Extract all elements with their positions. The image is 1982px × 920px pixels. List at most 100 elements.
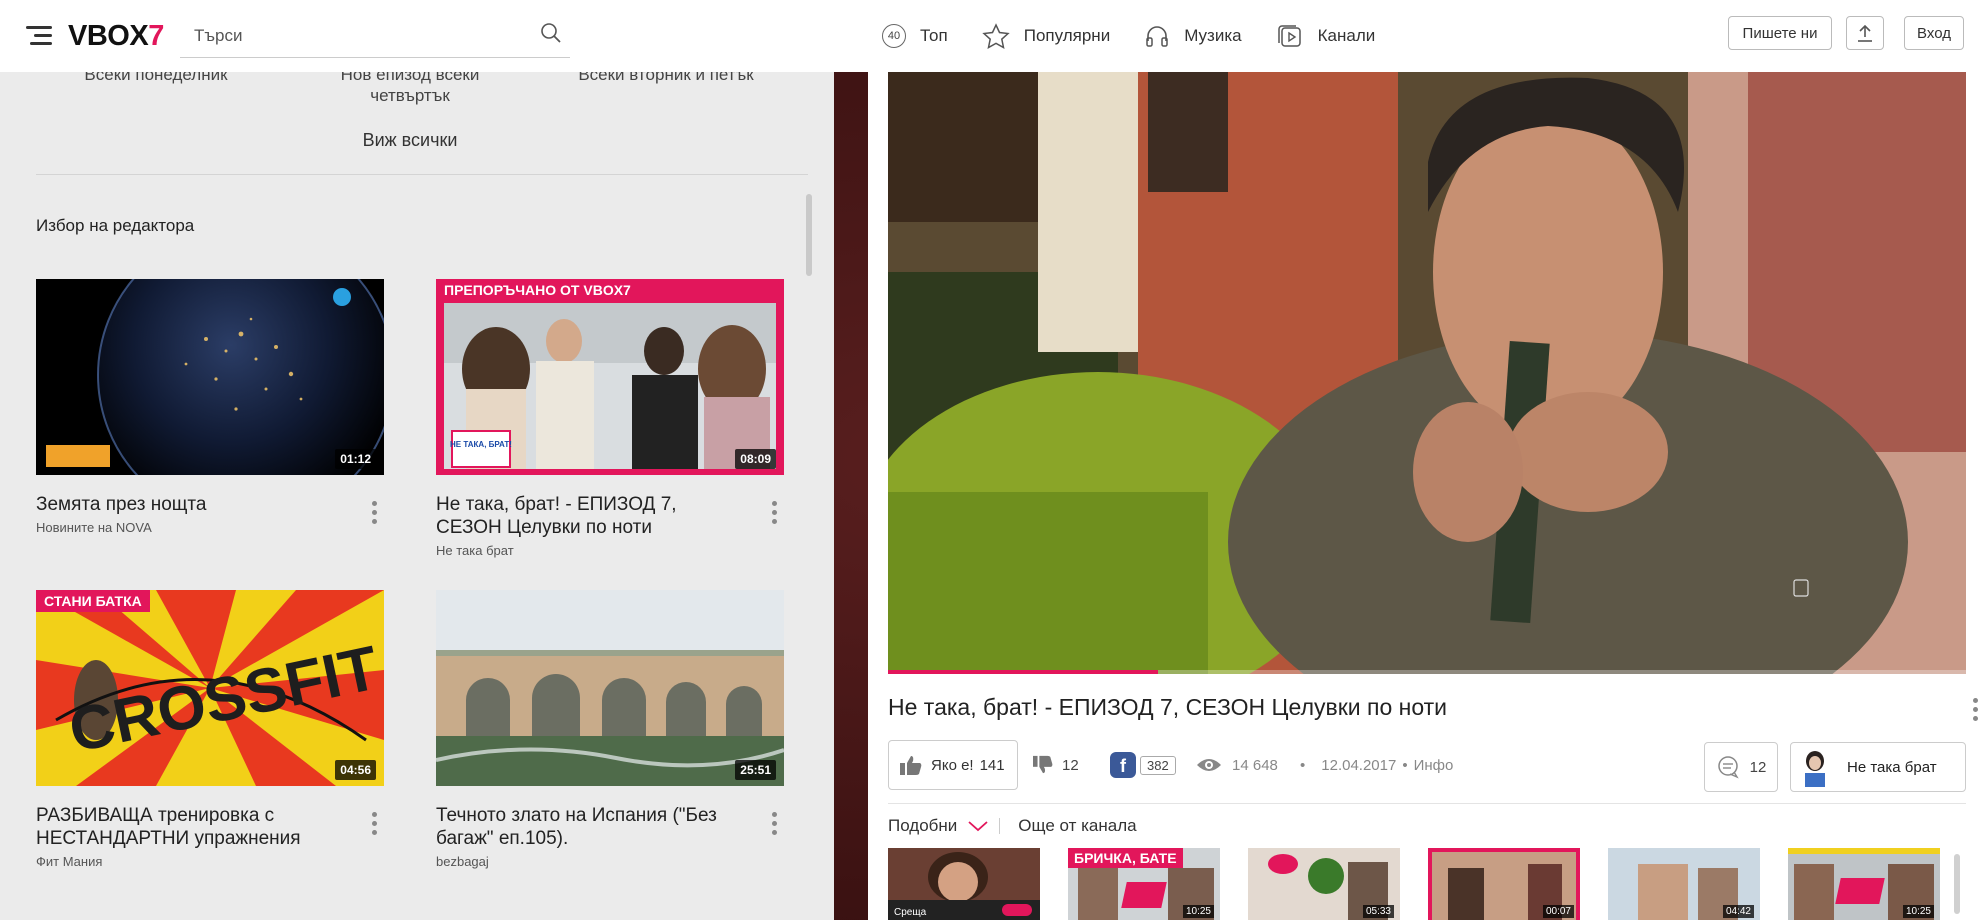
channel-name: Не така брат [1847, 758, 1937, 776]
related-scrollbar[interactable] [1954, 854, 1960, 914]
search-box [180, 14, 570, 58]
see-all-link[interactable]: Виж всички [0, 130, 820, 151]
eye-icon [1197, 759, 1221, 771]
video-card[interactable]: НЕ ТАКА, БРАТ! ПРЕПОРЪЧАНО ОТ VBOX7 08:0… [436, 279, 784, 558]
like-button[interactable]: Яко е! 141 [888, 740, 1018, 790]
logo-number: 7 [148, 20, 164, 52]
video-thumbnail[interactable]: 25:51 [436, 590, 784, 786]
video-title: Не така, брат! - ЕПИЗОД 7, СЕЗОН Целувки… [888, 694, 1448, 720]
video-actions: Яко е! 141 12 f 382 14 648 • 12.04.2017 … [888, 740, 1966, 794]
video-thumbnail[interactable]: НЕ ТАКА, БРАТ! ПРЕПОРЪЧАНО ОТ VBOX7 08:0… [436, 279, 784, 475]
hamburger-menu-icon[interactable] [26, 26, 52, 46]
channels-icon [1277, 25, 1301, 47]
video-card[interactable]: CROSSFIT СТАНИ БАТКА 04:56 РАЗБИВАЩА тре… [36, 590, 384, 869]
nav-top-label: Топ [920, 26, 948, 45]
card-title[interactable]: Не така, брат! - ЕПИЗОД 7, СЕЗОН Целувки… [436, 493, 784, 539]
tab-similar[interactable]: Подобни [888, 816, 957, 836]
more-options-icon[interactable] [1973, 698, 1978, 725]
star-icon [982, 23, 1010, 49]
upload-button[interactable] [1846, 16, 1884, 50]
related-tabs: Подобни Още от канала [888, 816, 1137, 836]
channel-avatar [1797, 747, 1833, 787]
card-title[interactable]: Течното злато на Испания ("Без багаж" еп… [436, 804, 784, 850]
duration-badge: 10:25 [1182, 905, 1214, 918]
headphones-icon [1146, 26, 1168, 47]
recommended-tag: ПРЕПОРЪЧАНО ОТ VBOX7 [436, 279, 639, 301]
channel-button[interactable]: Не така брат [1790, 742, 1966, 792]
card-title[interactable]: РАЗБИВАЩА тренировка с НЕСТАНДАРТНИ упра… [36, 804, 384, 850]
bridge-thumbnail-art [436, 590, 784, 786]
scrollbar[interactable] [806, 194, 812, 276]
left-panel: Всеки понеделник Нов епизод всеки четвър… [0, 72, 834, 920]
card-channel[interactable]: Фит Мания [36, 854, 384, 869]
duration-badge: 25:51 [735, 760, 776, 780]
card-channel[interactable]: Новините на NOVA [36, 520, 384, 535]
duration-badge: 05:33 [1362, 905, 1394, 918]
like-count: 141 [979, 756, 1005, 774]
facebook-share-button[interactable]: f 382 [1110, 740, 1176, 790]
like-label: Яко е! [931, 756, 974, 774]
related-video-thumbnail[interactable]: Среща [888, 848, 1040, 920]
comment-icon [1717, 756, 1739, 779]
dislike-button[interactable]: 12 [1032, 740, 1079, 790]
write-us-button[interactable]: Пишете ни [1728, 16, 1832, 50]
more-options-icon[interactable] [772, 812, 778, 839]
nav-popular[interactable]: Популярни [982, 23, 1110, 49]
video-frame-art [888, 72, 1966, 674]
tab-more-from-channel[interactable]: Още от канала [1018, 816, 1136, 836]
duration-badge: 08:09 [735, 449, 776, 469]
nav-top[interactable]: 40 Топ [882, 24, 948, 48]
video-progress-fill [888, 670, 1158, 674]
info-link[interactable]: Инфо [1414, 757, 1454, 774]
svg-text:f: f [1120, 756, 1127, 776]
upload-icon [1858, 24, 1872, 42]
comment-count: 12 [1749, 758, 1767, 776]
related-label: Среща [894, 907, 927, 918]
more-options-icon[interactable] [372, 812, 378, 839]
related-video-thumbnail[interactable]: БРИЧКА, БАТЕ 10:25 [1068, 848, 1220, 920]
nav-channels[interactable]: Канали [1276, 23, 1376, 49]
more-options-icon[interactable] [372, 501, 378, 528]
earth-thumbnail-art [46, 279, 384, 475]
facebook-share-count: 382 [1140, 755, 1176, 775]
card-channel[interactable]: bezbagaj [436, 854, 784, 869]
related-video-thumbnail[interactable]: 04:42 [1608, 848, 1760, 920]
video-player[interactable] [888, 72, 1966, 674]
comments-button[interactable]: 12 [1704, 742, 1778, 792]
dislike-count: 12 [1062, 756, 1079, 774]
series-tag: СТАНИ БАТКА [36, 590, 150, 612]
right-panel: Не така, брат! - ЕПИЗОД 7, СЕЗОН Целувки… [868, 72, 1982, 920]
duration-badge: 04:42 [1722, 905, 1754, 918]
search-icon[interactable] [540, 22, 562, 44]
schedule-text: Всеки понеделник [84, 72, 228, 84]
card-channel[interactable]: Не така брат [436, 543, 784, 558]
section-title: Избор на редактора [36, 216, 195, 235]
more-options-icon[interactable] [772, 501, 778, 528]
related-video-thumbnail[interactable]: 05:33 [1248, 848, 1400, 920]
search-input[interactable] [194, 26, 534, 46]
video-card[interactable]: 25:51 Течното злато на Испания ("Без баг… [436, 590, 784, 869]
thumbnail-text: CROSSFIT [63, 633, 384, 766]
tab-separator [999, 818, 1001, 834]
nav-music[interactable]: Музика [1144, 23, 1242, 49]
nav-music-label: Музика [1184, 26, 1242, 45]
header: VBOX7 40 Топ Популярни Музика Канали Пиш… [0, 0, 1982, 72]
login-button[interactable]: Вход [1904, 16, 1964, 50]
related-video-thumbnail[interactable]: 00:07 [1428, 848, 1580, 920]
divider [36, 174, 808, 175]
video-thumbnail[interactable]: 01:12 [36, 279, 384, 475]
meta-info: • 12.04.2017 • Инфо [1300, 756, 1454, 774]
logo-text: VBOX [68, 20, 149, 52]
video-progress-bar[interactable] [888, 670, 1966, 674]
logo[interactable]: VBOX7 [68, 20, 164, 53]
top-navigation: 40 Топ Популярни Музика Канали [882, 18, 1409, 54]
chevron-down-icon[interactable] [967, 819, 989, 833]
card-title[interactable]: Земята през нощта [36, 493, 384, 516]
video-card[interactable]: 01:12 Земята през нощта Новините на NOVA [36, 279, 384, 535]
video-thumbnail[interactable]: CROSSFIT СТАНИ БАТКА 04:56 [36, 590, 384, 786]
thumbs-down-icon [1033, 755, 1053, 774]
nav-channels-label: Канали [1317, 26, 1376, 45]
related-video-thumbnail[interactable]: 10:25 [1788, 848, 1940, 920]
duration-badge: 04:56 [335, 760, 376, 780]
schedule-text: Нов епизод всеки четвъртък [340, 72, 480, 105]
